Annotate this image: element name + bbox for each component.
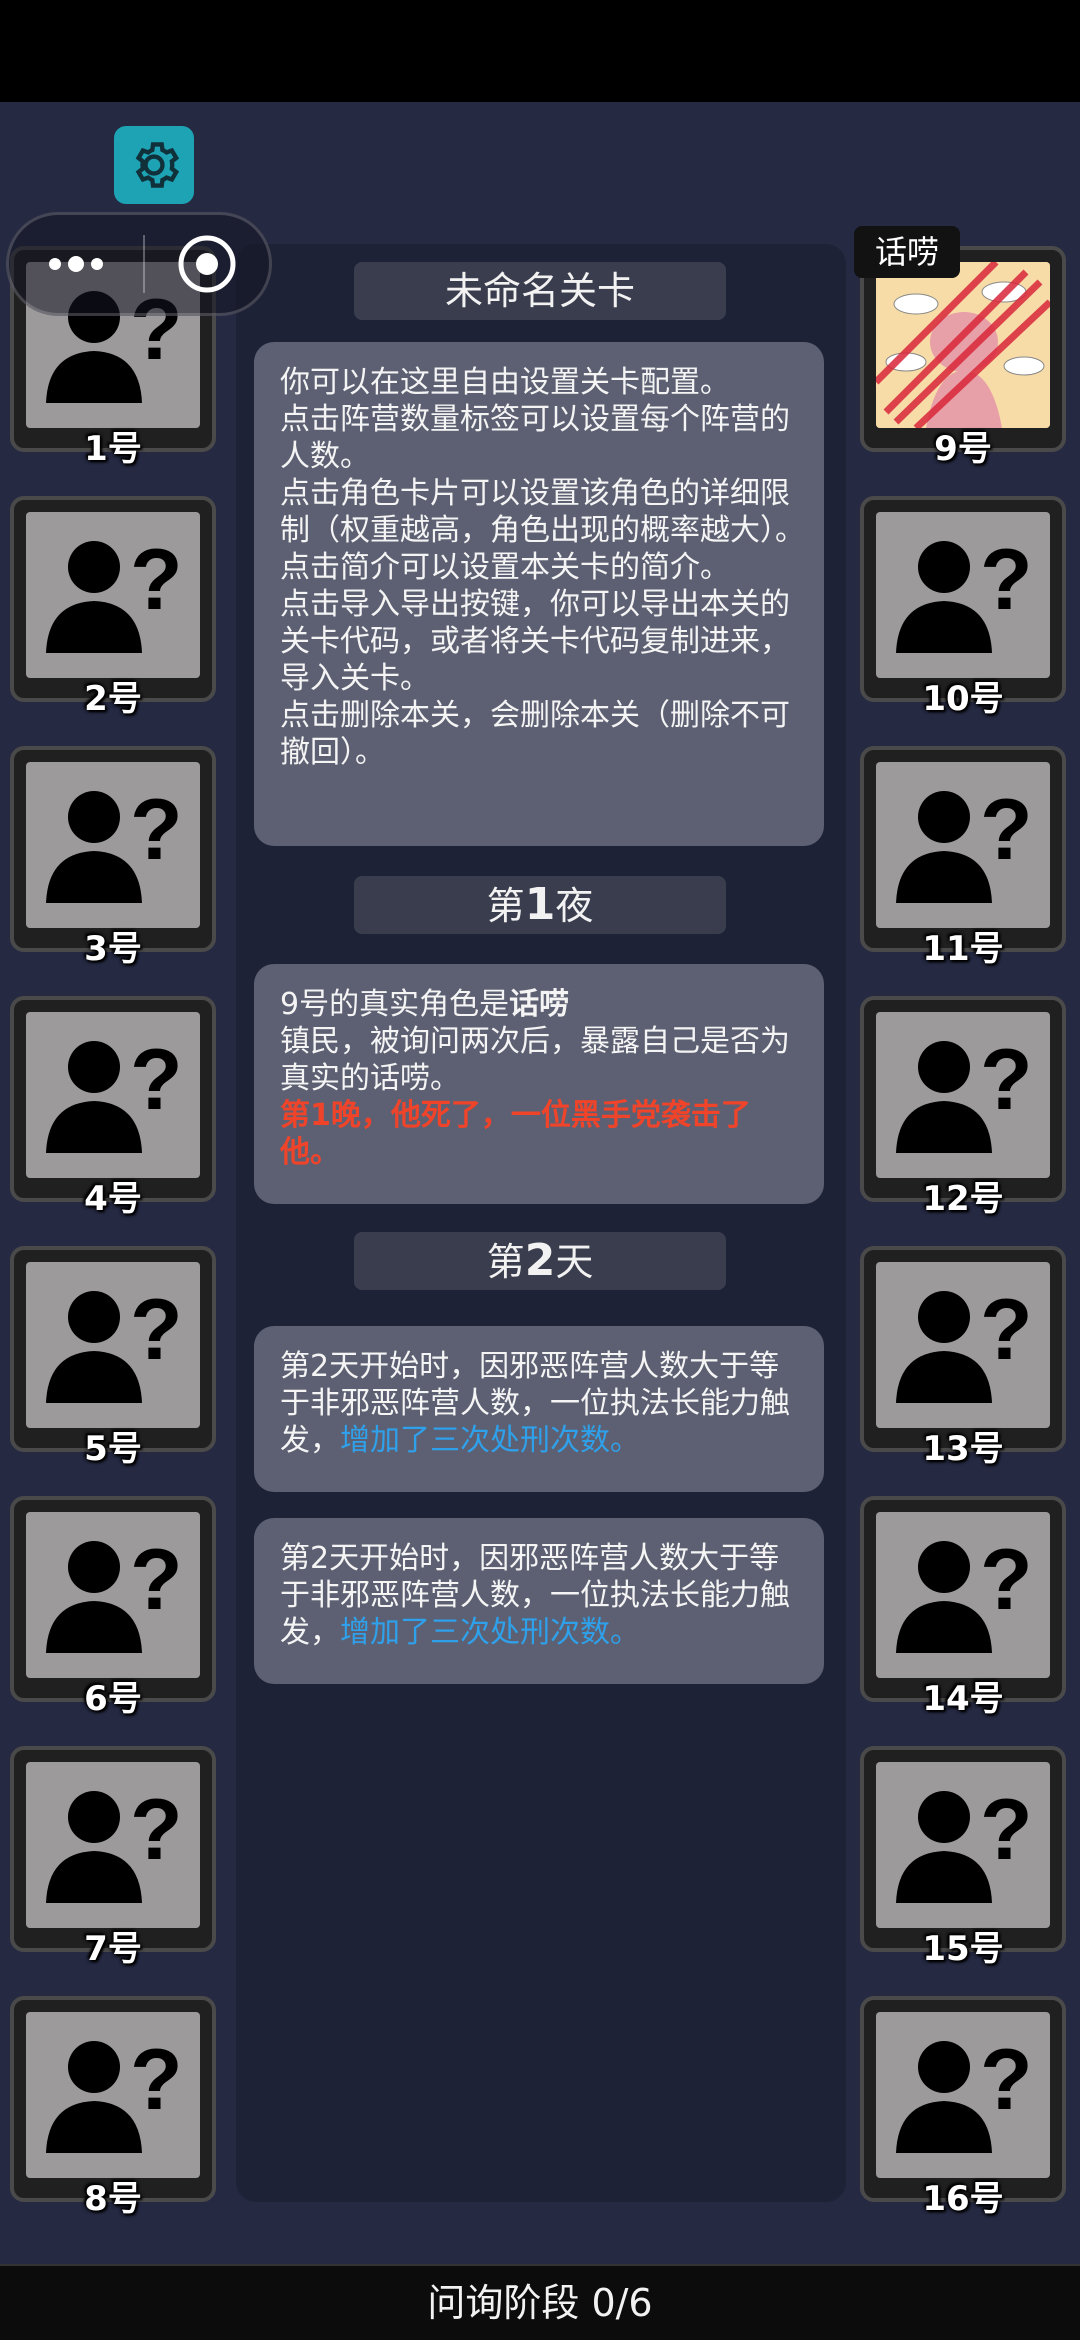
svg-text:?: ? — [980, 532, 1033, 628]
unknown-person-icon: ? — [896, 1032, 1033, 1153]
phase-status-bar: 问询阶段 0/6 — [0, 2264, 1080, 2340]
unknown-person-icon: ? — [896, 1532, 1033, 1653]
svg-text:?: ? — [980, 1782, 1033, 1878]
gear-icon — [135, 142, 180, 188]
player-card-4[interactable]: ? 4号 — [10, 996, 216, 1219]
svg-text:?: ? — [980, 1532, 1033, 1628]
svg-text:?: ? — [130, 1032, 183, 1128]
intro-line: 点击角色卡片可以设置该角色的详细限制（权重越高，角色出现的概率越大）。 — [280, 476, 805, 548]
player-card-5[interactable]: ? 5号 — [10, 1246, 216, 1469]
player-number: 10号 — [922, 679, 1004, 719]
svg-text:?: ? — [130, 1282, 183, 1378]
player-number: 1号 — [84, 429, 142, 469]
player-card-8[interactable]: ? 8号 — [10, 1996, 216, 2219]
night-1-message: 9号的真实角色是话唠 镇民，被询问两次后，暴露自己是否为真实的话唠。 第1晚，他… — [254, 964, 824, 1204]
player-card-6[interactable]: ? 6号 — [10, 1496, 216, 1719]
svg-text:?: ? — [130, 1782, 183, 1878]
day-2-message-1: 第2天开始时，因邪恶阵营人数大于等于非邪恶阵营人数，一位执法长能力触发，增加了三… — [254, 1326, 824, 1492]
mini-program-capsule — [6, 212, 272, 316]
player-number: 9号 — [934, 429, 992, 469]
intro-line: 点击导入导出按键，你可以导出本关的关卡代码，或者将关卡代码复制进来，导入关卡。 — [280, 587, 790, 696]
day-2-message-2: 第2天开始时，因邪恶阵营人数大于等于非邪恶阵营人数，一位执法长能力触发，增加了三… — [254, 1518, 824, 1684]
player-number: 6号 — [84, 1679, 142, 1719]
player-number: 12号 — [922, 1179, 1004, 1219]
revealed-role-tag: 话唠 — [854, 226, 960, 278]
unknown-person-icon: ? — [896, 1282, 1033, 1403]
player-card-16[interactable]: ? 16号 — [860, 1996, 1066, 2219]
intro-line: 点击删除本关，会删除本关（删除不可撤回）。 — [280, 698, 790, 770]
player-number: 13号 — [922, 1429, 1004, 1469]
svg-text:?: ? — [130, 532, 183, 628]
close-button[interactable] — [145, 233, 269, 295]
chatterbox-portrait-icon — [876, 262, 1050, 428]
intro-line: 点击阵营数量标签可以设置每个阵营的人数。 — [280, 402, 790, 474]
player-card-10[interactable]: ? 10号 — [860, 496, 1066, 719]
day-2-header: 第2天 — [354, 1232, 726, 1290]
player-card-13[interactable]: ? 13号 — [860, 1246, 1066, 1469]
player-number: 7号 — [84, 1929, 142, 1969]
unknown-person-icon: ? — [46, 1532, 183, 1653]
player-number: 16号 — [922, 2179, 1004, 2219]
unknown-person-icon: ? — [46, 2032, 183, 2153]
player-card-2[interactable]: ? 2号 — [10, 496, 216, 719]
player-card-12[interactable]: ? 12号 — [860, 996, 1066, 1219]
level-title[interactable]: 未命名关卡 — [354, 262, 726, 320]
player-number: 2号 — [84, 679, 142, 719]
svg-text:?: ? — [980, 1032, 1033, 1128]
unknown-person-icon: ? — [896, 782, 1033, 903]
svg-text:?: ? — [130, 782, 183, 878]
player-card-3[interactable]: ? 3号 — [10, 746, 216, 969]
night-1-header: 第1夜 — [354, 876, 726, 934]
unknown-person-icon: ? — [46, 1282, 183, 1403]
player-card-7[interactable]: ? 7号 — [10, 1746, 216, 1969]
settings-button[interactable] — [114, 126, 194, 204]
player-number: 3号 — [84, 929, 142, 969]
player-number: 14号 — [922, 1679, 1004, 1719]
unknown-person-icon: ? — [46, 1032, 183, 1153]
unknown-person-icon: ? — [46, 782, 183, 903]
player-number: 11号 — [922, 929, 1004, 969]
target-circle-icon — [178, 235, 236, 293]
intro-line: 你可以在这里自由设置关卡配置。 — [280, 365, 730, 400]
role-reveal-line: 9号的真实角色是话唠 — [280, 987, 570, 1022]
status-bar — [0, 0, 1080, 102]
svg-text:?: ? — [980, 1282, 1033, 1378]
unknown-person-icon: ? — [896, 1782, 1033, 1903]
unknown-person-icon: ? — [46, 1782, 183, 1903]
player-card-11[interactable]: ? 11号 — [860, 746, 1066, 969]
unknown-person-icon: ? — [896, 532, 1033, 653]
svg-text:?: ? — [130, 2032, 183, 2128]
unknown-person-icon: ? — [896, 2032, 1033, 2153]
player-card-14[interactable]: ? 14号 — [860, 1496, 1066, 1719]
intro-message[interactable]: 你可以在这里自由设置关卡配置。 点击阵营数量标签可以设置每个阵营的人数。 点击角… — [254, 342, 824, 846]
player-number: 4号 — [84, 1179, 142, 1219]
menu-button[interactable] — [9, 215, 143, 313]
player-number: 8号 — [84, 2179, 142, 2219]
death-notice: 第1晚，他死了，一位黑手党袭击了他。 — [280, 1098, 751, 1170]
more-dots-icon — [49, 256, 103, 272]
player-number: 15号 — [922, 1929, 1004, 1969]
player-number: 5号 — [84, 1429, 142, 1469]
unknown-person-icon: ? — [46, 532, 183, 653]
intro-line: 点击简介可以设置本关卡的简介。 — [280, 550, 730, 585]
svg-text:?: ? — [130, 1532, 183, 1628]
player-card-15[interactable]: ? 15号 — [860, 1746, 1066, 1969]
svg-text:?: ? — [980, 782, 1033, 878]
role-description: 镇民，被询问两次后，暴露自己是否为真实的话唠。 — [280, 1024, 790, 1096]
svg-text:?: ? — [980, 2032, 1033, 2128]
